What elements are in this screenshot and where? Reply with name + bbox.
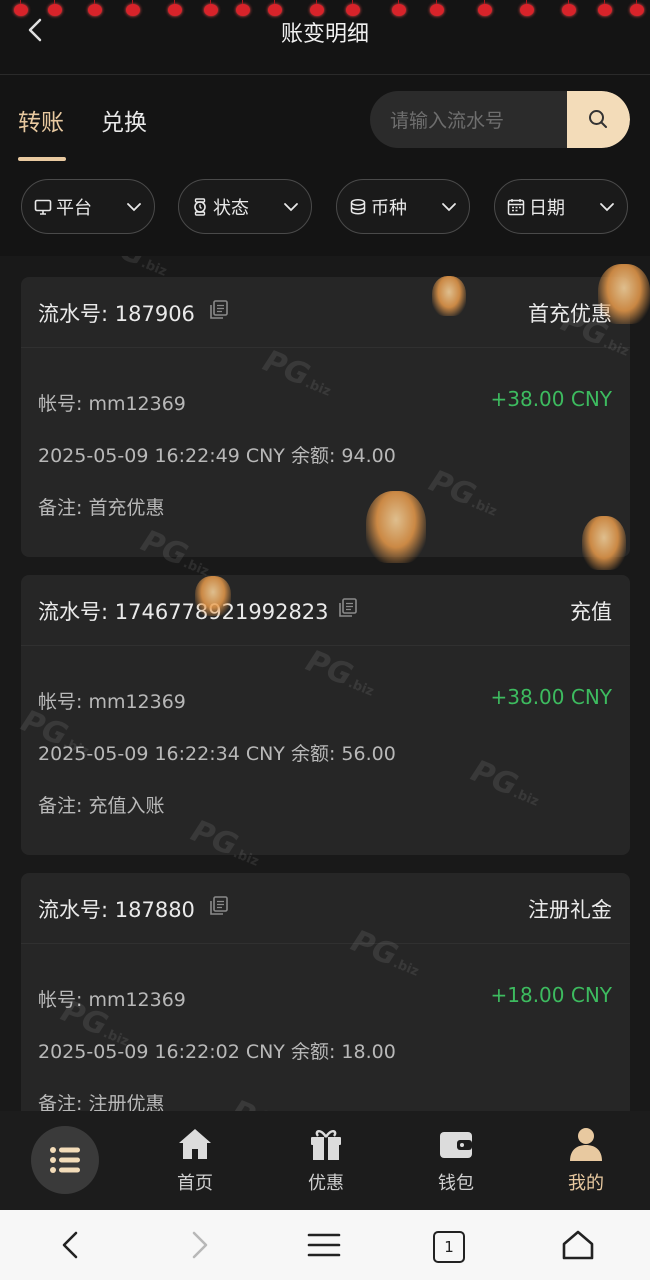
- copy-icon[interactable]: [337, 597, 359, 619]
- serial-number: 流水号: 187880: [38, 898, 195, 922]
- amount-text: +38.00 CNY: [490, 685, 612, 709]
- account-text: 帐号: mm12369: [38, 691, 186, 713]
- account-text: 帐号: mm12369: [38, 393, 186, 415]
- record-card-header: 流水号: 187906 首充优惠: [21, 277, 630, 348]
- filter-currency-label: 币种: [371, 198, 407, 219]
- nav-home[interactable]: 首页: [155, 1125, 235, 1205]
- filter-platform[interactable]: 平台: [21, 179, 155, 234]
- nav-profile[interactable]: 我的: [546, 1125, 626, 1205]
- time-balance-text: 2025-05-09 16:22:34 CNY 余额: 56.00: [38, 743, 396, 765]
- browser-back-icon[interactable]: [54, 1227, 90, 1263]
- filter-date-label: 日期: [529, 198, 565, 219]
- chevron-down-icon: [127, 203, 141, 212]
- browser-menu-icon[interactable]: [306, 1227, 342, 1263]
- amount-text: +38.00 CNY: [490, 387, 612, 411]
- amount-text: +18.00 CNY: [490, 983, 612, 1007]
- tab-transfer[interactable]: 转账: [18, 103, 64, 137]
- filter-bar: 平台 状态 币种 日期: [0, 163, 650, 255]
- serial-number: 流水号: 187906: [38, 302, 195, 326]
- record-list: 流水号: 187906 首充优惠 帐号: mm12369 +38.00 CNY …: [0, 256, 650, 1111]
- account-text: 帐号: mm12369: [38, 989, 186, 1011]
- nav-promotions-label: 优惠: [308, 1173, 344, 1194]
- browser-home-icon[interactable]: [560, 1227, 596, 1263]
- search-icon: [589, 110, 607, 128]
- nav-wallet[interactable]: 钱包: [416, 1125, 496, 1205]
- nav-profile-label: 我的: [568, 1173, 604, 1194]
- search-input[interactable]: [388, 91, 567, 148]
- nav-wallet-label: 钱包: [438, 1173, 474, 1194]
- browser-tabs-button[interactable]: 1: [433, 1231, 465, 1263]
- record-card[interactable]: 流水号: 1746778921992823 充值 帐号: mm12369 +38…: [21, 575, 630, 855]
- filter-currency[interactable]: 币种: [336, 179, 470, 234]
- menu-button[interactable]: [31, 1126, 99, 1194]
- time-balance-text: 2025-05-09 16:22:49 CNY 余额: 94.00: [38, 445, 396, 467]
- home-icon: [179, 1129, 211, 1159]
- filter-date[interactable]: 日期: [494, 179, 628, 234]
- filter-status[interactable]: 状态: [178, 179, 312, 234]
- chevron-down-icon: [442, 203, 456, 212]
- record-card-header: 流水号: 187880 注册礼金: [21, 873, 630, 944]
- calendar-icon: [507, 199, 525, 216]
- record-card-header: 流水号: 1746778921992823 充值: [21, 575, 630, 646]
- browser-forward-icon[interactable]: [180, 1227, 216, 1263]
- record-card[interactable]: 流水号: 187880 注册礼金 帐号: mm12369 +18.00 CNY …: [21, 873, 630, 1111]
- filter-status-label: 状态: [213, 198, 249, 219]
- watermark-text: PG: [94, 256, 150, 274]
- list-icon: [50, 1147, 80, 1173]
- active-tab-indicator: [18, 157, 66, 161]
- watch-icon: [194, 198, 206, 216]
- record-type: 首充优惠: [528, 302, 612, 326]
- page-title: 账变明细: [280, 22, 369, 47]
- nav-promotions[interactable]: 优惠: [286, 1125, 366, 1205]
- record-card[interactable]: 流水号: 187906 首充优惠 帐号: mm12369 +38.00 CNY …: [21, 277, 630, 557]
- nav-home-label: 首页: [177, 1173, 213, 1194]
- coins-icon: [350, 199, 366, 215]
- search-box: [370, 91, 630, 148]
- copy-icon[interactable]: [208, 299, 230, 321]
- search-button[interactable]: [567, 91, 630, 148]
- bottom-navigation: 首页 优惠 钱包 我的: [0, 1111, 650, 1210]
- chevron-down-icon: [284, 203, 298, 212]
- gift-icon: [311, 1130, 341, 1160]
- copy-icon[interactable]: [208, 895, 230, 917]
- monitor-icon: [34, 199, 52, 215]
- serial-number: 流水号: 1746778921992823: [38, 600, 329, 624]
- note-text: 备注: 充值入账: [38, 795, 165, 817]
- tab-exchange[interactable]: 兑换: [101, 103, 147, 137]
- browser-toolbar: 1: [0, 1210, 650, 1280]
- tab-bar: 转账 兑换: [0, 75, 650, 163]
- note-text: 备注: 首充优惠: [38, 497, 165, 519]
- user-icon: [570, 1128, 602, 1161]
- record-type: 充值: [570, 600, 612, 624]
- filter-platform-label: 平台: [56, 198, 92, 219]
- chevron-down-icon: [600, 203, 614, 212]
- record-type: 注册礼金: [528, 898, 612, 922]
- time-balance-text: 2025-05-09 16:22:02 CNY 余额: 18.00: [38, 1041, 396, 1063]
- note-text: 备注: 注册优惠: [38, 1093, 165, 1111]
- wallet-icon: [440, 1132, 472, 1158]
- app-header: 账变明细: [0, 0, 650, 75]
